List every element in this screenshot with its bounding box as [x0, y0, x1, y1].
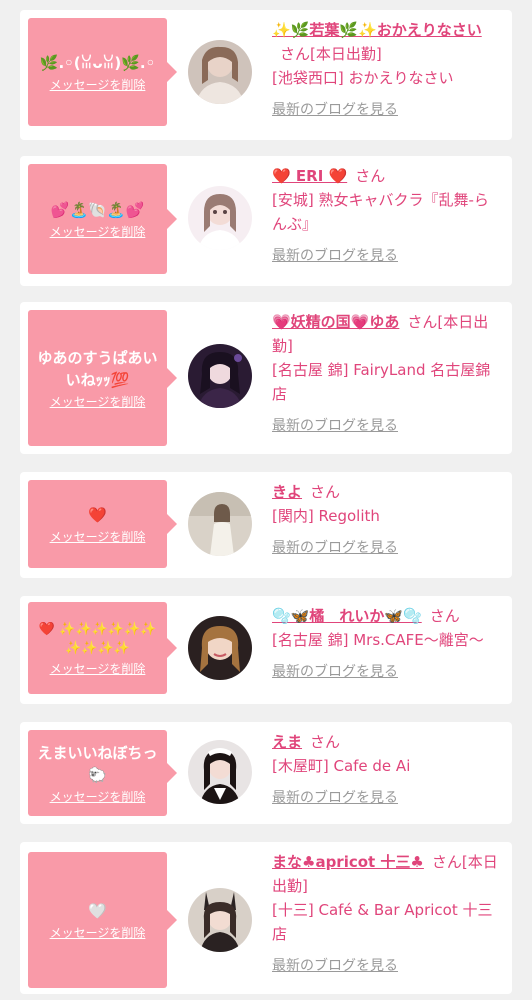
latest-blog-link[interactable]: 最新のブログを見る [272, 414, 398, 438]
message-bubble: ❤️ メッセージを削除 [28, 480, 177, 568]
latest-blog-link[interactable]: 最新のブログを見る [272, 786, 398, 810]
entry-info: ❤️ ERI ❤️ さん [安城] 熟女キャバクラ『乱舞-らんぶ』 最新のブログを… [272, 164, 500, 268]
message-bubble: ゆあのすうぱあいいねｯｯ💯 メッセージを削除 [28, 310, 177, 446]
cast-name-link[interactable]: きよ [272, 483, 302, 501]
avatar[interactable] [188, 740, 252, 804]
message-text: 🌿.◦(ꈍᴗꈍ)🌿.◦ [39, 53, 156, 72]
message-bubble: 💕🏝️🐚🏝️💕 メッセージを削除 [28, 164, 177, 274]
honorific: さん [431, 853, 462, 871]
avatar[interactable] [188, 186, 252, 250]
profile-photo-icon [188, 40, 252, 104]
honorific: さん [407, 313, 438, 331]
profile-photo-icon [188, 492, 252, 556]
cast-name-link[interactable]: 🫧🦋橘 れいか🦋🫧 [272, 607, 422, 625]
message-text: ゆあのすうぱあいいねｯｯ💯 [37, 348, 158, 389]
shop-name: [池袋西口] おかえりなさい [272, 69, 454, 87]
delete-message-link[interactable]: メッセージを削除 [50, 76, 146, 93]
message-bubble: 🌿.◦(ꈍᴗꈍ)🌿.◦ メッセージを削除 [28, 18, 177, 126]
profile-photo-icon [188, 888, 252, 952]
message-text: えまいいねぼちっ🐑 [37, 743, 158, 784]
avatar[interactable] [188, 492, 252, 556]
shop-name: [関内] Regolith [272, 507, 380, 525]
message-bubble: えまいいねぼちっ🐑 メッセージを削除 [28, 730, 177, 816]
avatar[interactable] [188, 344, 252, 408]
message-card: えまいいねぼちっ🐑 メッセージを削除 えま さん [木屋町] Cafe de Ai… [20, 722, 512, 824]
message-bubble: 🤍 メッセージを削除 [28, 852, 177, 988]
latest-blog-link[interactable]: 最新のブログを見る [272, 536, 398, 560]
shop-name: [名古屋 錦] Mrs.CAFE〜離宮〜 [272, 631, 484, 649]
delete-message-link[interactable]: メッセージを削除 [50, 223, 146, 240]
shop-name: [十三] Café & Bar Apricot 十三店 [272, 901, 493, 943]
cast-name-link[interactable]: まな♣apricot 十三♣ [272, 853, 424, 871]
shop-name: [名古屋 錦] FairyLand 名古屋錦店 [272, 361, 491, 403]
message-text: 💕🏝️🐚🏝️💕 [50, 200, 145, 219]
honorific: さん [280, 45, 311, 63]
message-card: ❤️ ✨✨✨✨✨✨ ✨✨✨✨ メッセージを削除 🫧🦋橘 れいか🦋🫧 さん [名古屋… [20, 596, 512, 704]
latest-blog-link[interactable]: 最新のブログを見る [272, 660, 398, 684]
avatar[interactable] [188, 888, 252, 952]
cast-name-link[interactable]: ❤️ ERI ❤️ [272, 167, 347, 185]
profile-photo-icon [188, 740, 252, 804]
latest-blog-link[interactable]: 最新のブログを見る [272, 954, 398, 978]
delete-message-link[interactable]: メッセージを削除 [50, 528, 146, 545]
honorific: さん [429, 607, 460, 625]
work-status: [本日出勤] [310, 45, 382, 63]
latest-blog-link[interactable]: 最新のブログを見る [272, 244, 398, 268]
message-list: 🌿.◦(ꈍᴗꈍ)🌿.◦ メッセージを削除 ✨🌿若葉🌿✨おかえりなさいさん[本日出… [0, 0, 532, 1000]
honorific: さん [355, 167, 386, 185]
message-card: 🤍 メッセージを削除 まな♣apricot 十三♣ さん[本日出勤] [十三] C… [20, 842, 512, 994]
profile-photo-icon [188, 186, 252, 250]
profile-photo-icon [188, 616, 252, 680]
shop-name: [木屋町] Cafe de Ai [272, 757, 411, 775]
delete-message-link[interactable]: メッセージを削除 [50, 924, 146, 941]
shop-name: [安城] 熟女キャバクラ『乱舞-らんぶ』 [272, 191, 489, 233]
message-text: ❤️ [88, 505, 107, 524]
honorific: さん [310, 733, 341, 751]
avatar[interactable] [188, 40, 252, 104]
latest-blog-link[interactable]: 最新のブログを見る [272, 98, 398, 122]
entry-info: えま さん [木屋町] Cafe de Ai 最新のブログを見る [272, 730, 500, 810]
delete-message-link[interactable]: メッセージを削除 [50, 393, 146, 410]
profile-photo-icon [188, 344, 252, 408]
cast-name-link[interactable]: えま [272, 733, 302, 751]
message-card: 💕🏝️🐚🏝️💕 メッセージを削除 ❤️ ERI ❤️ さん [安城] 熟女キャバク… [20, 156, 512, 286]
cast-name-link[interactable]: 💗妖精の国💗ゆあ [272, 313, 399, 331]
entry-info: きよ さん [関内] Regolith 最新のブログを見る [272, 480, 500, 560]
entry-info: まな♣apricot 十三♣ さん[本日出勤] [十三] Café & Bar A… [272, 850, 500, 978]
delete-message-link[interactable]: メッセージを削除 [50, 788, 146, 805]
message-card: ❤️ メッセージを削除 きよ さん [関内] Regolith 最新のブログを見る [20, 472, 512, 578]
avatar[interactable] [188, 616, 252, 680]
message-card: ゆあのすうぱあいいねｯｯ💯 メッセージを削除 💗妖精の国💗ゆあ さん[本日出勤] … [20, 302, 512, 454]
entry-info: ✨🌿若葉🌿✨おかえりなさいさん[本日出勤] [池袋西口] おかえりなさい 最新の… [272, 18, 500, 122]
message-card: 🌿.◦(ꈍᴗꈍ)🌿.◦ メッセージを削除 ✨🌿若葉🌿✨おかえりなさいさん[本日出… [20, 10, 512, 140]
entry-info: 💗妖精の国💗ゆあ さん[本日出勤] [名古屋 錦] FairyLand 名古屋錦店… [272, 310, 500, 438]
message-text: 🤍 [88, 901, 107, 920]
delete-message-link[interactable]: メッセージを削除 [50, 660, 146, 677]
message-bubble: ❤️ ✨✨✨✨✨✨ ✨✨✨✨ メッセージを削除 [28, 602, 177, 694]
message-text: ❤️ ✨✨✨✨✨✨ ✨✨✨✨ [38, 621, 157, 656]
cast-name-link[interactable]: ✨🌿若葉🌿✨おかえりなさい [272, 21, 482, 39]
entry-info: 🫧🦋橘 れいか🦋🫧 さん [名古屋 錦] Mrs.CAFE〜離宮〜 最新のブログを… [272, 604, 500, 684]
honorific: さん [310, 483, 341, 501]
